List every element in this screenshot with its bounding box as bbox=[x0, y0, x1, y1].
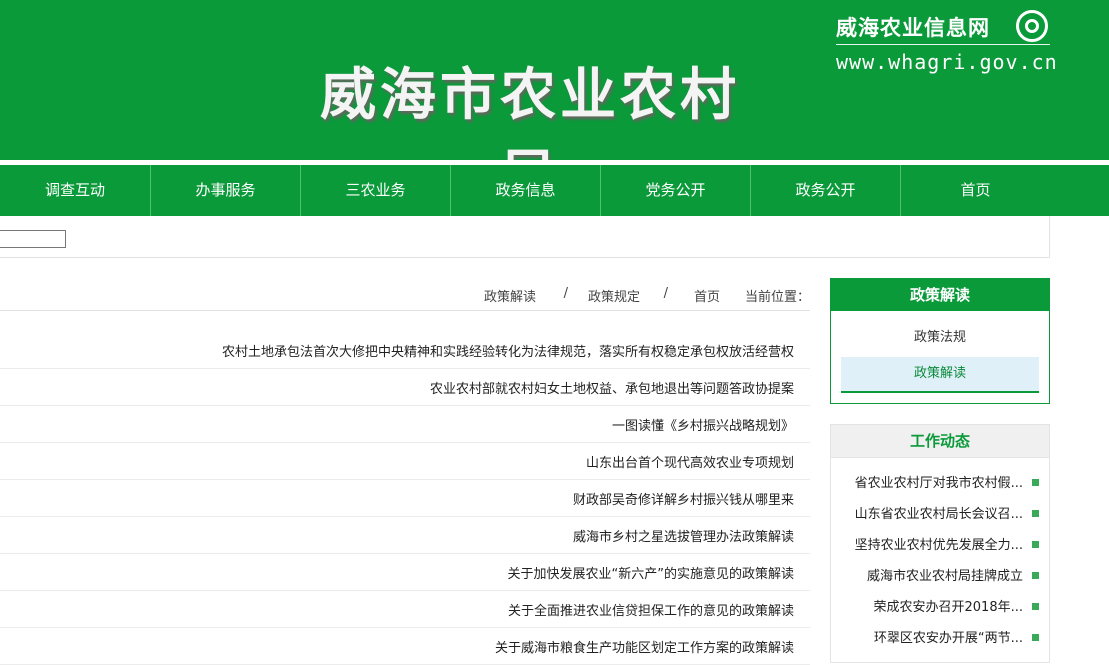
search-bar-area bbox=[0, 216, 1050, 258]
breadcrumb-home-link[interactable]: 首页 bbox=[694, 286, 720, 305]
breadcrumb-prefix: 当前位置： bbox=[744, 290, 810, 305]
nav-item-party-affairs[interactable]: 党务公开 bbox=[600, 165, 750, 216]
list-item: 山东出台首个现代高效农业专项规划 bbox=[0, 443, 810, 480]
news-sidebar-box: 工作动态 省农业农村厅对我市农村假... 山东省农业农村局长会议召... 坚持农… bbox=[830, 424, 1050, 663]
list-item: 农业农村部就农村妇女土地权益、承包地退出等问题答政协提案 bbox=[0, 369, 810, 406]
bullet-icon bbox=[1032, 510, 1039, 517]
news-link[interactable]: 坚持农业农村优先发展全力... bbox=[855, 530, 1023, 561]
list-item: 一图读懂《乡村振兴战略规划》 bbox=[0, 406, 810, 443]
article-link[interactable]: 关于威海市粮食生产功能区划定工作方案的政策解读 bbox=[495, 637, 794, 656]
breadcrumb-separator: / bbox=[663, 286, 668, 301]
site-name: 威海农业信息网 bbox=[836, 16, 990, 40]
breadcrumb-current: 政策解读 bbox=[483, 290, 536, 305]
bullet-icon bbox=[1032, 634, 1039, 641]
article-link[interactable]: 农村土地承包法首次大修把中央精神和实践经验转化为法律规范，落实所有权稳定承包权放… bbox=[222, 341, 794, 360]
bullet-icon bbox=[1032, 603, 1039, 610]
policy-box-title: 政策解读 bbox=[831, 279, 1049, 311]
news-box-title: 工作动态 bbox=[831, 425, 1049, 458]
article-link[interactable]: 关于加快发展农业“新六产”的实施意见的政策解读 bbox=[508, 563, 794, 582]
list-item: 威海市乡村之星选拔管理办法政策解读 bbox=[0, 517, 810, 554]
article-link[interactable]: 山东出台首个现代高效农业专项规划 bbox=[586, 452, 794, 471]
sidebar-item-policy-regulations[interactable]: 政策法规 bbox=[841, 321, 1039, 355]
news-item[interactable]: 省农业农村厅对我市农村假... bbox=[831, 468, 1049, 499]
site-url: www.whagri.gov.cn bbox=[836, 50, 1058, 74]
news-item[interactable]: 荣成农安办召开2018年... bbox=[831, 592, 1049, 623]
bullet-icon bbox=[1032, 572, 1039, 579]
header-banner: 威海市农业农村局 威海农业信息网 www.whagri.gov.cn bbox=[0, 0, 1109, 209]
news-item[interactable]: 威海市农业农村局挂牌成立 bbox=[831, 561, 1049, 592]
policy-sidebar-box: 政策解读 政策法规 政策解读 bbox=[830, 278, 1050, 404]
divider bbox=[836, 44, 1050, 45]
news-link[interactable]: 省农业农村厅对我市农村假... bbox=[855, 468, 1023, 499]
globe-logo-icon bbox=[1016, 10, 1048, 42]
divider bbox=[0, 310, 810, 311]
list-item: 关于威海市粮食生产功能区划定工作方案的政策解读 bbox=[0, 628, 810, 665]
list-item: 关于加快发展农业“新六产”的实施意见的政策解读 bbox=[0, 554, 810, 591]
nav-item-government-info[interactable]: 政务信息 bbox=[450, 165, 600, 216]
news-item[interactable]: 坚持农业农村优先发展全力... bbox=[831, 530, 1049, 561]
search-input[interactable] bbox=[0, 230, 66, 248]
news-item[interactable]: 环翠区农安办开展“两节... bbox=[831, 623, 1049, 654]
breadcrumb-policy-link[interactable]: 政策规定 bbox=[588, 286, 640, 305]
nav-item-agriculture-business[interactable]: 三农业务 bbox=[300, 165, 450, 216]
news-link[interactable]: 环翠区农安办开展“两节... bbox=[874, 623, 1023, 654]
news-link[interactable]: 山东省农业农村局长会议召... bbox=[855, 499, 1023, 530]
nav-item-government-affairs[interactable]: 政务公开 bbox=[750, 165, 900, 216]
list-item: 农村土地承包法首次大修把中央精神和实践经验转化为法律规范，落实所有权稳定承包权放… bbox=[0, 332, 810, 369]
list-item: 财政部吴奇修详解乡村振兴钱从哪里来 bbox=[0, 480, 810, 517]
breadcrumb: 当前位置： 首页 / 政策规定 / 政策解读 bbox=[470, 286, 810, 305]
article-link[interactable]: 威海市乡村之星选拔管理办法政策解读 bbox=[573, 526, 794, 545]
article-link[interactable]: 关于全面推进农业信贷担保工作的意见的政策解读 bbox=[508, 600, 794, 619]
bullet-icon bbox=[1032, 479, 1039, 486]
list-item: 关于全面推进农业信贷担保工作的意见的政策解读 bbox=[0, 591, 810, 628]
breadcrumb-separator: / bbox=[563, 286, 568, 301]
sidebar-item-policy-interpretation[interactable]: 政策解读 bbox=[841, 357, 1039, 393]
news-item[interactable]: 山东省农业农村局长会议召... bbox=[831, 499, 1049, 530]
news-link[interactable]: 荣成农安办召开2018年... bbox=[874, 592, 1023, 623]
article-link[interactable]: 农业农村部就农村妇女土地权益、承包地退出等问题答政协提案 bbox=[430, 378, 794, 397]
nav-item-home[interactable]: 首页 bbox=[900, 165, 1050, 216]
news-link[interactable]: 威海市农业农村局挂牌成立 bbox=[867, 561, 1023, 592]
article-link[interactable]: 财政部吴奇修详解乡村振兴钱从哪里来 bbox=[573, 489, 794, 508]
nav-item-survey[interactable]: 调查互动 bbox=[0, 165, 150, 216]
main-nav: 首页 政务公开 党务公开 政务信息 三农业务 办事服务 调查互动 bbox=[0, 165, 1109, 216]
nav-item-services[interactable]: 办事服务 bbox=[150, 165, 300, 216]
article-link[interactable]: 一图读懂《乡村振兴战略规划》 bbox=[612, 415, 794, 434]
bullet-icon bbox=[1032, 541, 1039, 548]
